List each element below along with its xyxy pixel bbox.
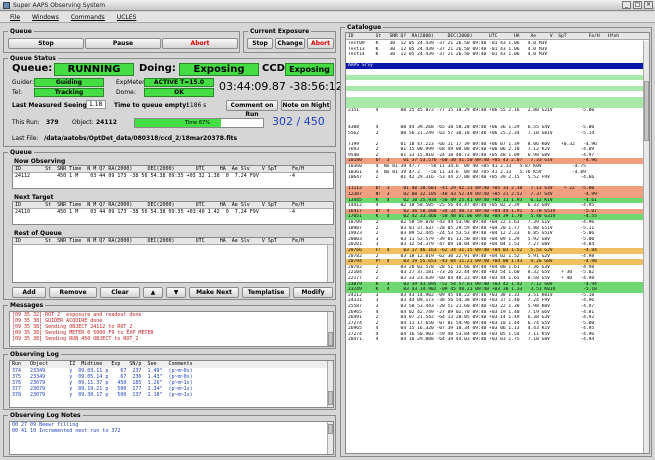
menu-windows[interactable]: Windows bbox=[32, 14, 59, 21]
queue-panel-title: Queue bbox=[8, 149, 34, 156]
last-file-value: /data/aatobs/OptDet_data/080318/ccd_2/18… bbox=[44, 135, 238, 142]
observing-log-notes-scrollbar[interactable] bbox=[327, 422, 333, 454]
queue-state-indicator: RUNNING bbox=[54, 63, 134, 76]
exposure-stop-button[interactable]: Stop bbox=[247, 38, 273, 49]
add-button[interactable]: Add bbox=[12, 287, 46, 298]
observing-log-header: Run Object IZ Midtime Exp SN/p See Comme… bbox=[10, 361, 333, 368]
templatise-button[interactable]: Templatise bbox=[242, 287, 290, 298]
modify-button[interactable]: Modify bbox=[293, 287, 333, 298]
move-down-button[interactable]: ▼ bbox=[166, 287, 186, 298]
queue-control-title: Queue bbox=[8, 28, 34, 35]
time-to-queue-empty-value: 1186 s bbox=[186, 102, 207, 109]
object-value: 24112 bbox=[96, 119, 117, 126]
dome-label: Dome: bbox=[116, 89, 136, 96]
catalogue-title: Catalogue bbox=[345, 24, 384, 31]
now-observing-header: ID St SNR Time N M Q? RA(2000) DEC(2000)… bbox=[13, 166, 333, 173]
object-label: Object: bbox=[72, 119, 94, 126]
messages-title: Messages bbox=[8, 302, 46, 309]
observing-log-scrollbar[interactable] bbox=[327, 361, 333, 407]
doing-label: Doing: bbox=[139, 63, 176, 74]
ccd-indicator: Exposing bbox=[285, 63, 334, 76]
make-next-button[interactable]: Make Next bbox=[189, 287, 239, 298]
expmeter-label: ExpMeter: bbox=[116, 79, 147, 86]
now-observing-row[interactable]: 24112 450 1 M 03 44 09 173 -38 56 54.38 … bbox=[13, 173, 333, 179]
last-measured-seeing-value: 1.18 bbox=[86, 100, 106, 109]
last-file-label: Last File: bbox=[12, 135, 39, 142]
observing-log-notes-frame: Observing Log Notes 00 27 09 Beewr filli… bbox=[3, 412, 336, 457]
observing-log-notes-title: Observing Log Notes bbox=[8, 412, 83, 419]
catalogue-table[interactable]: ID St SNR Q? RA(2000) DEC(2000) UTC HA A… bbox=[345, 32, 650, 454]
menu-commands[interactable]: Commands bbox=[71, 14, 105, 21]
queue-abort-button[interactable]: Abort bbox=[162, 38, 238, 49]
minimize-icon[interactable]: _ bbox=[622, 1, 631, 9]
catalogue-row[interactable]: 28471 4 04 16 29.008 -64 39 44.03 09:40 … bbox=[346, 337, 644, 344]
time-coordinate-display: 03:44:09.87 -38:56:12.7 bbox=[219, 80, 354, 93]
current-exposure-frame: Current Exposure Stop Change Abort bbox=[243, 28, 336, 53]
observing-log-notes-list[interactable]: 00 27 09 Beewr filling 00 41 10 Incremen… bbox=[9, 421, 334, 455]
exposure-progress-bar: Time 67% bbox=[134, 118, 264, 128]
rest-of-queue-label: Rest of Queue bbox=[14, 230, 62, 237]
this-run-value: 379 bbox=[46, 119, 59, 126]
note-on-night-button[interactable]: Note on Night bbox=[281, 100, 331, 111]
next-target-header: ID St SNR Time N M Q? RA(2000) DEC(2000)… bbox=[13, 202, 333, 209]
catalogue-header: ID St SNR Q? RA(2000) DEC(2000) UTC HA A… bbox=[346, 33, 649, 40]
guider-indicator: Guiding bbox=[34, 78, 104, 87]
remove-button[interactable]: Remove bbox=[49, 287, 97, 298]
exposure-abort-button[interactable]: Abort bbox=[307, 38, 334, 49]
rest-of-queue-header: ID St SNR Time N M Q? RA(2000) DEC(2000)… bbox=[13, 238, 333, 245]
close-icon[interactable]: × bbox=[644, 1, 653, 9]
last-measured-seeing-label: Last Measured Seeing: bbox=[12, 102, 90, 109]
messages-frame: Messages [09 35 32] ROT_2 exposure and r… bbox=[3, 302, 336, 349]
comment-on-run-button[interactable]: Comment on Run bbox=[226, 100, 278, 118]
expmeter-indicator: ACTIVE T=15.0 bbox=[144, 78, 214, 87]
next-target-table: ID St SNR Time N M Q? RA(2000) DEC(2000)… bbox=[12, 201, 334, 225]
tel-label: Tel: bbox=[12, 89, 23, 96]
observing-log-row[interactable]: 378 23079 y 09.30.17 p 500 137 1.18" (p~… bbox=[10, 392, 333, 398]
queue-stop-button[interactable]: Stop bbox=[8, 38, 84, 49]
maximize-icon[interactable]: □ bbox=[633, 1, 642, 9]
queue-status-title: Queue Status bbox=[8, 55, 58, 62]
queue-status-frame: Queue Status Queue: RUNNING Doing: Expos… bbox=[3, 55, 353, 147]
next-target-row[interactable]: 24110 450 1 M 03 44 09 173 -38 56 54.38 … bbox=[13, 209, 333, 215]
catalogue-scrollbar[interactable] bbox=[643, 41, 649, 453]
observing-log-title: Observing Log bbox=[8, 351, 61, 358]
observing-log-table[interactable]: Run Object IZ Midtime Exp SN/p See Comme… bbox=[9, 360, 334, 408]
catalogue-rows: Test09 K 30 12 05 24.439 -37 21 26.50 09… bbox=[346, 41, 644, 344]
queue-label: Queue: bbox=[12, 63, 53, 74]
exposure-progress-text: Time 67% bbox=[185, 120, 210, 126]
menubar: File Windows Commands UCLES bbox=[0, 12, 655, 23]
messages-scrollbar[interactable] bbox=[327, 312, 333, 346]
move-up-button[interactable]: ▲ bbox=[143, 287, 163, 298]
window-titlebar: Super AAPS Observing System _ □ × bbox=[0, 0, 655, 11]
queue-control-frame: Queue Stop Pause Abort bbox=[3, 28, 240, 53]
app-icon bbox=[3, 1, 10, 9]
catalogue-frame: Catalogue ID St SNR Q? RA(2000) DEC(2000… bbox=[340, 24, 652, 457]
this-run-label: This Run: bbox=[12, 119, 40, 126]
clear-button[interactable]: Clear bbox=[100, 287, 140, 298]
tel-indicator: Tracking bbox=[34, 88, 104, 97]
exposure-change-button[interactable]: Change bbox=[275, 38, 305, 49]
messages-list[interactable]: [09 35 32] ROT_2 exposure and readout do… bbox=[9, 311, 334, 347]
exposure-counter: 302 / 450 bbox=[272, 115, 325, 128]
queue-pause-button[interactable]: Pause bbox=[85, 38, 161, 49]
time-to-queue-empty-label: Time to queue empty: bbox=[114, 102, 189, 109]
now-observing-label: Now Observing bbox=[14, 158, 66, 165]
next-target-label: Next Target bbox=[14, 194, 54, 201]
rest-of-queue-scrollbar[interactable] bbox=[327, 245, 333, 282]
guider-label: Guider: bbox=[12, 79, 35, 86]
message-line: [09 35 38] Sending RUN 450 OBJECT to ROT… bbox=[12, 336, 139, 342]
menu-file[interactable]: File bbox=[10, 14, 20, 21]
log-note-line: 00 41 10 Incremented next run to 372 bbox=[12, 428, 121, 434]
current-exposure-title: Current Exposure bbox=[248, 28, 312, 35]
menu-ucles[interactable]: UCLES bbox=[117, 14, 137, 21]
queue-panel-frame: Queue Now Observing ID St SNR Time N M Q… bbox=[3, 149, 336, 300]
dome-indicator: OK bbox=[144, 88, 214, 97]
window-controls: _ □ × bbox=[622, 1, 653, 9]
observing-log-frame: Observing Log Run Object IZ Midtime Exp … bbox=[3, 351, 336, 410]
now-observing-table: ID St SNR Time N M Q? RA(2000) DEC(2000)… bbox=[12, 165, 334, 189]
rest-of-queue-table[interactable]: ID St SNR Time N M Q? RA(2000) DEC(2000)… bbox=[12, 237, 334, 283]
doing-indicator: Exposing bbox=[179, 63, 259, 76]
window-title: Super AAPS Observing System bbox=[13, 1, 106, 9]
